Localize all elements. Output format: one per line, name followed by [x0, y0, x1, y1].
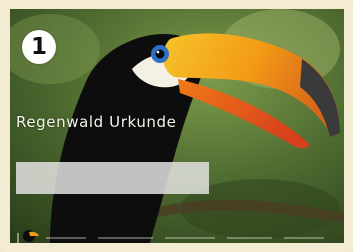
footer-text-line	[227, 237, 272, 239]
certificate-title: Regenwald Urkunde	[16, 113, 177, 131]
number-badge-icon: 1	[22, 30, 56, 64]
name-field	[16, 162, 209, 194]
certificate-thumbnail[interactable]: 1 Regenwald Urkunde	[0, 0, 353, 252]
certificate-footer	[10, 233, 344, 243]
footer-text-line	[284, 237, 324, 239]
footer-text-line	[98, 237, 153, 239]
footer-text-line	[165, 237, 215, 239]
footer-text-line	[46, 237, 86, 239]
badge-number: 1	[30, 33, 47, 60]
